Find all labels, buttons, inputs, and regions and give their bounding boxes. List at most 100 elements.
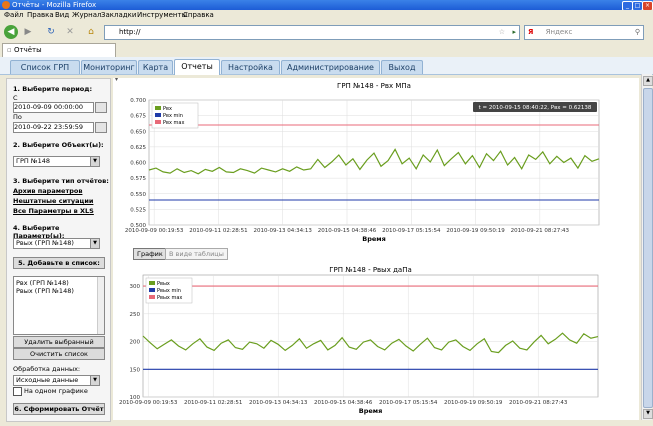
tooltip-text: t = 2010-09-15 08:40:22, Pвх = 0.62138 [479,105,592,111]
legend-swatch [149,288,155,292]
table-view-button[interactable]: В виде таблицы [165,248,228,260]
url-bar[interactable]: http:// ☆ ▸ [104,25,520,40]
add-to-list-button[interactable]: 5. Добавьте в список: [13,257,105,269]
scroll-thumb[interactable] [643,88,653,408]
chart-view-button[interactable]: График [133,248,167,260]
link-parameter-archive[interactable]: Архив параметров [13,187,82,195]
browser-tab-label: Отчёты [13,46,42,54]
chevron-down-icon: ▼ [90,239,99,248]
x-axis-label: Время [362,235,386,243]
processing-select[interactable]: Исходные данные ▼ [13,375,100,386]
browser-tab[interactable]: ▫ Отчёты [2,43,116,57]
legend-swatch [149,281,155,285]
menu-bar: Файл Правка Вид Журнал Закладки Инструме… [0,10,653,22]
selected-params-list[interactable]: Рвх (ГРП №148) Рвых (ГРП №148) [13,276,105,335]
one-chart-checkbox[interactable] [13,387,22,396]
chart-title: ГРП №148 - Pвых даПа [329,266,412,274]
home-icon[interactable]: ⌂ [84,25,98,39]
chevron-down-icon: ▼ [90,157,99,166]
reload-icon[interactable]: ↻ [44,25,58,39]
search-icon[interactable]: ⚲ [635,26,640,39]
from-date-input[interactable]: 2010-09-09 00:00:00 [13,102,94,113]
app-navigation: Список ГРП Мониторинг Карта Отчеты Настр… [0,57,653,75]
star-icon[interactable]: ☆ [499,26,505,39]
browser-tabstrip: ▫ Отчёты [0,42,653,57]
stop-icon[interactable]: ✕ [63,25,77,39]
x-tick-label: 2010-09-15 04:38:46 [318,228,377,234]
search-placeholder: Яндекс [545,28,573,36]
y-tick-label: 0.600 [130,161,146,167]
to-calendar-button[interactable] [95,122,107,133]
y-tick-label: 150 [130,367,141,373]
list-scrollbar[interactable] [97,277,104,334]
tab-exit[interactable]: Выход [381,60,423,74]
from-calendar-button[interactable] [95,102,107,113]
param-select[interactable]: Рвых (ГРП №148) ▼ [13,238,100,249]
report-sidebar: 1. Выберите период: С 2010-09-09 00:00:0… [6,78,111,422]
chevron-down-icon: ▼ [90,376,99,385]
x-tick-label: 2010-09-09 00:19:53 [119,400,178,406]
scroll-down-icon[interactable]: ▼ [643,409,653,419]
tab-administration[interactable]: Администрирование [281,60,380,74]
x-tick-label: 2010-09-21 08:27:43 [509,400,568,406]
x-tick-label: 2010-09-21 08:27:43 [511,228,570,234]
firefox-icon [2,1,10,9]
chart-title: ГРП №148 - Pвх МПа [337,82,411,90]
url-text: http:// [119,28,141,36]
to-date-input[interactable]: 2010-09-22 23:59:59 [13,122,94,133]
menu-tools[interactable]: Инструменты [137,11,187,19]
legend-label: Pвх min [163,113,183,119]
page-scrollbar[interactable]: ▲ ▼ [641,74,653,420]
legend-swatch [155,106,161,110]
menu-file[interactable]: Файл [4,11,23,19]
period-title: 1. Выберите период: [13,85,93,93]
search-input[interactable]: Я Яндекс ⚲ [524,25,644,40]
x-tick-label: 2010-09-11 02:28:51 [189,228,247,234]
navigation-toolbar: ◀ ▶ ↻ ✕ ⌂ http:// ☆ ▸ Я Яндекс ⚲ [0,22,653,43]
list-item[interactable]: Рвых (ГРП №148) [16,287,74,295]
window-titlebar: Отчёты - Mozilla Firefox _ □ × [0,0,653,11]
tab-monitoring[interactable]: Мониторинг [81,60,137,74]
y-tick-label: 0.575 [130,176,146,182]
x-tick-label: 2010-09-19 09:50:19 [446,228,505,234]
list-item[interactable]: Рвх (ГРП №148) [16,279,69,287]
build-report-button[interactable]: 6. Сформировать Отчёт [13,403,105,415]
window-title: Отчёты - Mozilla Firefox [12,1,97,9]
menu-edit[interactable]: Правка [27,11,54,19]
menu-help[interactable]: Справка [183,11,214,19]
param-select-value: Рвых (ГРП №148) [16,239,74,247]
forward-icon[interactable]: ▶ [21,25,35,39]
menu-bookmarks[interactable]: Закладки [101,11,136,19]
object-select-value: ГРП №148 [16,157,51,165]
delete-selected-button[interactable]: Удалить выбранный [13,336,105,348]
tab-grp-list[interactable]: Список ГРП [10,60,80,74]
x-tick-label: 2010-09-17 05:15:54 [382,228,441,234]
yandex-icon: Я [528,28,534,36]
y-tick-label: 0.700 [130,98,146,104]
y-tick-label: 250 [130,312,141,318]
legend-swatch [149,295,155,299]
scroll-up-icon[interactable]: ▲ [643,76,653,86]
legend-label: Pвых max [157,295,182,301]
go-icon[interactable]: ▸ [512,26,516,39]
object-select[interactable]: ГРП №148 ▼ [13,156,100,167]
y-tick-label: 0.675 [130,114,146,120]
menu-history[interactable]: Журнал [72,11,101,19]
one-chart-label: На одном графике [24,387,88,395]
link-abnormal-situations[interactable]: Нештатные ситуации [13,197,93,205]
back-icon[interactable]: ◀ [4,25,18,39]
clear-list-button[interactable]: Очистить список [13,348,105,360]
link-all-params-xls[interactable]: Все Параметры в XLS [13,207,94,215]
tab-map[interactable]: Карта [138,60,173,74]
plot-area [142,274,599,398]
tab-settings[interactable]: Настройка [221,60,280,74]
report-type-title: 3. Выберите тип отчётов: [13,177,109,185]
legend-swatch [155,113,161,117]
chart-outlet-pressure: ГРП №148 - Pвых даПа3002502001501002010-… [119,266,599,415]
tab-reports[interactable]: Отчеты [174,59,220,75]
to-label: По [13,113,22,121]
processing-label: Обработка данных: [13,365,81,373]
y-tick-label: 0.625 [130,145,146,151]
x-tick-label: 2010-09-19 09:50:19 [444,400,503,406]
menu-view[interactable]: Вид [55,11,69,19]
